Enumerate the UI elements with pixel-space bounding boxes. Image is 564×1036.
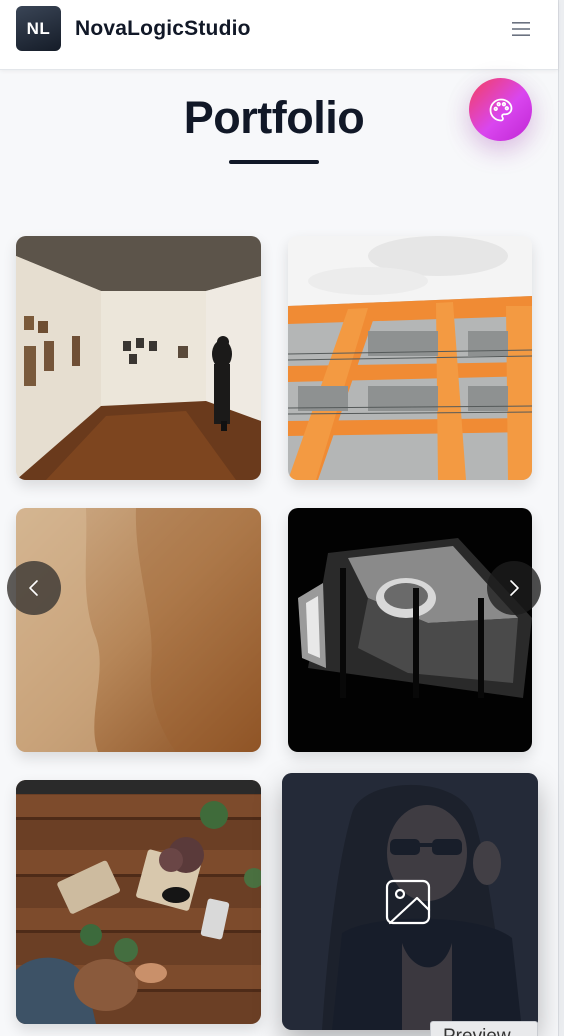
chevron-left-icon — [29, 580, 38, 596]
page-scrollbar[interactable] — [558, 0, 564, 1036]
dark-architecture-photo — [288, 508, 532, 752]
preview-tab[interactable]: Preview — [430, 1021, 538, 1036]
logo-text: NL — [26, 18, 51, 38]
gallery-item-orange-building[interactable] — [288, 236, 532, 480]
gallery-item-portrait[interactable] — [282, 773, 538, 1030]
image-icon[interactable] — [384, 878, 432, 926]
page-title: Portfolio — [183, 92, 365, 143]
gallery-item-sand-texture[interactable] — [16, 508, 261, 752]
carousel-prev-button[interactable] — [7, 561, 61, 615]
wooden-desk-flatlay-photo — [16, 780, 261, 1024]
logo[interactable]: NL — [16, 6, 61, 51]
gallery-item-dark-architecture[interactable] — [288, 508, 532, 752]
orange-building-facade-photo — [288, 236, 532, 480]
chevron-right-icon — [510, 580, 519, 596]
title-underline — [229, 160, 319, 164]
site-header: NL NovaLogicStudio — [0, 0, 558, 70]
gallery-item-art-gallery[interactable] — [16, 236, 261, 480]
menu-button[interactable] — [506, 14, 536, 44]
sand-texture-photo — [16, 508, 261, 752]
art-gallery-photo — [16, 236, 261, 480]
brand-name[interactable]: NovaLogicStudio — [75, 17, 251, 41]
preview-tab-label: Preview — [443, 1026, 511, 1036]
carousel-next-button[interactable] — [487, 561, 541, 615]
gallery-item-desk-flatlay[interactable] — [16, 780, 261, 1024]
hamburger-menu-icon — [512, 22, 530, 36]
